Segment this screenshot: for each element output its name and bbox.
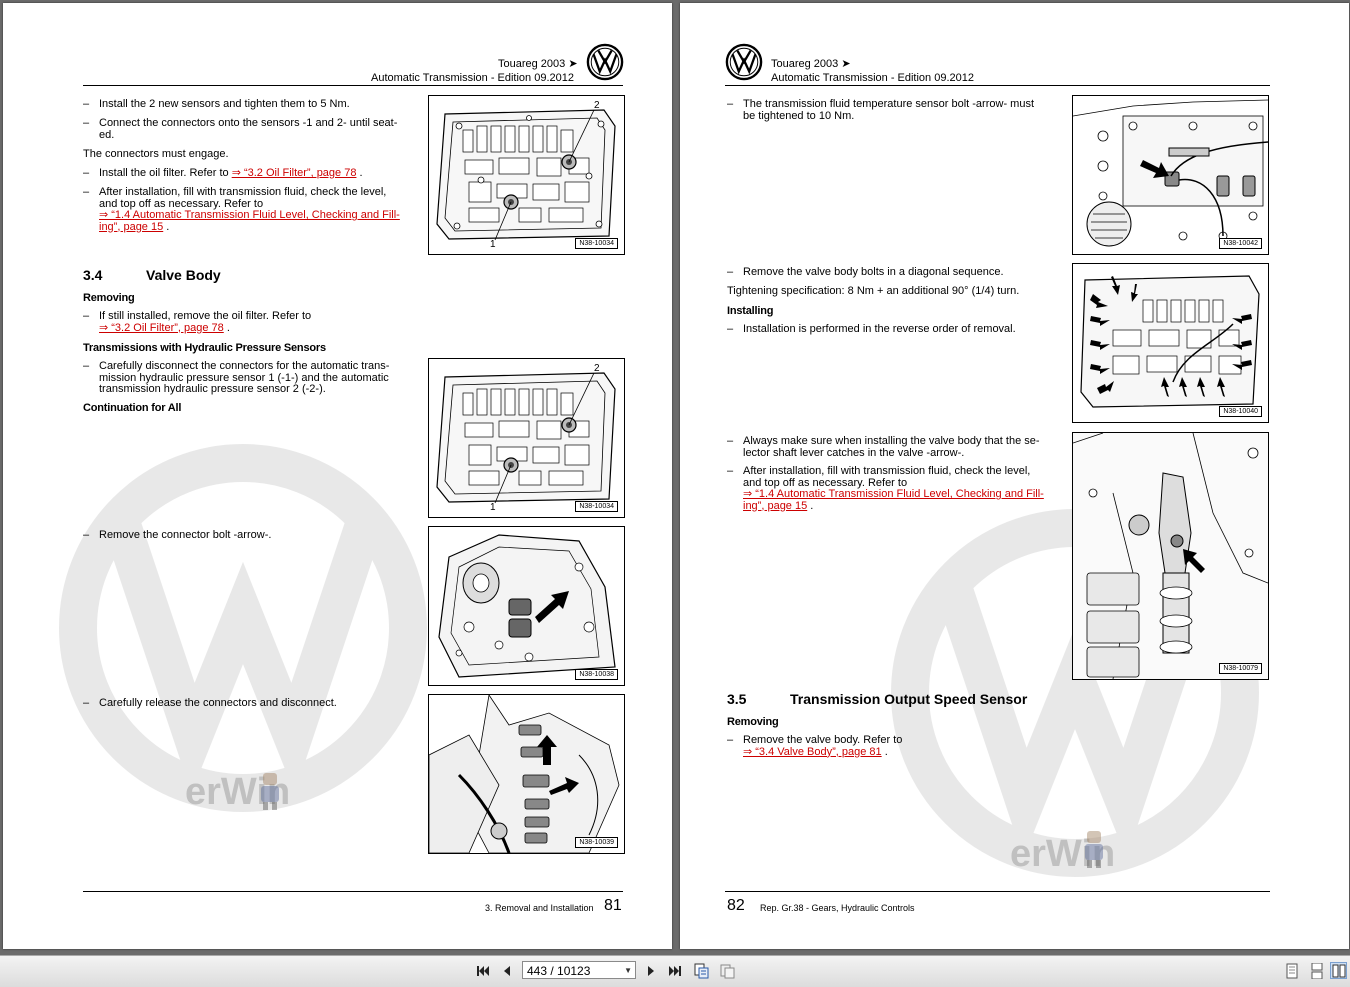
subhead-continuation: Continuation for All [83,402,182,414]
paste-view-button[interactable] [718,962,736,980]
subhead-removing: Removing [83,292,135,304]
watermark-robot-icon [261,773,279,810]
watermark-brand: erWin [185,771,291,813]
first-page-button[interactable] [474,962,492,980]
last-page-button[interactable] [666,962,684,980]
step-remove-oil-filter: – If still installed, remove the oil fil… [83,310,312,334]
chevron-down-icon[interactable]: ▼ [624,962,632,980]
vw-logo-icon [725,43,763,81]
header-rule [725,85,1270,86]
watermark-brand: erWin [1010,833,1116,875]
copy-view-button[interactable] [693,962,711,980]
link-oil-filter[interactable]: ⇒ “3.2 Oil Filter”, page 78 [232,167,357,179]
figure-valve-body-sensors-2: 2 1 N38-10034 [428,358,625,518]
prev-page-button[interactable] [498,962,516,980]
continuous-button[interactable] [1308,962,1326,980]
header-model: Touareg 2003 ➤ [771,58,851,70]
footer-rule [725,891,1270,892]
figure-valve-body-bolts: N38-10040 [1072,263,1269,423]
step-fill-fluid: – After installation, fill with transmis… [83,186,400,233]
step-connect-connectors: – Connect the connectors onto the sensor… [83,117,398,141]
page-82: erWin Touareg 2003 ➤ Automatic Transmiss… [680,3,1349,949]
callout-2: 2 [594,100,600,111]
paste-view-icon [720,964,735,979]
page-number-input[interactable]: 443 / 10123 ▼ [522,961,636,979]
subhead-pressure-sensors: Transmissions with Hydraulic Pressure Se… [83,342,326,354]
single-page-button[interactable] [1283,962,1301,980]
facing-pages-button[interactable] [1330,962,1347,979]
link-fluid-level[interactable]: ⇒ “1.4 Automatic Transmission Fluid Leve… [99,209,400,233]
figure-code: N38-10038 [575,669,618,680]
section-number: 3.4 [83,267,103,283]
callout-2: 2 [594,363,600,374]
note-connectors-engage: The connectors must engage. [83,148,229,160]
footer-chapter: 3. Removal and Installation [485,903,594,913]
subhead-installing: Installing [727,305,774,317]
vw-logo-icon [586,43,624,81]
header-rule [83,85,623,86]
footer-rule [83,891,623,892]
next-page-icon [648,966,654,976]
step-disconnect-pressure-sensors: – Carefully disconnect the connectors fo… [83,360,390,395]
figure-connector-bolt: N38-10038 [428,526,625,686]
next-page-button[interactable] [642,962,660,980]
link-oil-filter-2[interactable]: ⇒ “3.2 Oil Filter”, page 78 [99,322,224,334]
header-manual: Automatic Transmission - Edition 09.2012 [371,72,574,84]
figure-code: N38-10034 [575,238,618,249]
footer-page-number: 81 [604,897,622,914]
prev-page-icon [504,966,510,976]
figure-code: N38-10034 [575,501,618,512]
subhead-removing: Removing [727,716,779,728]
section-number: 3.5 [727,691,747,707]
watermark-robot-icon [1085,831,1103,868]
figure-code: N38-10040 [1219,406,1262,417]
figure-code: N38-10039 [575,837,618,848]
callout-1: 1 [490,502,496,513]
footer-page-number: 82 [727,897,745,914]
copy-view-icon [694,963,709,979]
continuous-icon [1311,963,1323,979]
first-page-icon [477,966,489,976]
figure-code: N38-10079 [1219,663,1262,674]
step-fill-fluid: – After installation, fill with transmis… [727,465,1044,512]
watermark-vw-logo [59,444,427,812]
step-remove-valve-body: – Remove the valve body. Refer to ⇒ “3.4 … [727,734,903,758]
link-fluid-level[interactable]: ⇒ “1.4 Automatic Transmission Fluid Leve… [743,488,1044,512]
figure-valve-body-sensors-1: 2 1 N38-10034 [428,95,625,255]
link-valve-body[interactable]: ⇒ “3.4 Valve Body”, page 81 [743,746,882,758]
figure-release-connectors: N38-10039 [428,694,625,854]
single-page-icon [1286,963,1298,979]
step-selector-lever: – Always make sure when installing the v… [727,435,1040,459]
section-title: Valve Body [146,267,221,283]
section-title: Transmission Output Speed Sensor [790,691,1028,707]
callout-1: 1 [490,239,496,250]
figure-code: N38-10042 [1219,238,1262,249]
document-viewer: erWin Touareg 2003 ➤ Automatic Transmiss… [0,0,1350,955]
facing-pages-icon [1332,964,1345,977]
footer-chapter: Rep. Gr.38 - Gears, Hydraulic Controls [760,903,915,913]
header-model: Touareg 2003 ➤ [498,58,578,70]
figure-selector-lever: N38-10079 [1072,432,1269,680]
header-manual: Automatic Transmission - Edition 09.2012 [771,72,974,84]
step-temp-sensor-bolt: – The transmission fluid temperature sen… [727,98,1034,122]
viewer-toolbar: 443 / 10123 ▼ [0,955,1350,987]
tightening-spec: Tightening specification: 8 Nm + an addi… [727,285,1020,297]
page-81: erWin Touareg 2003 ➤ Automatic Transmiss… [3,3,672,949]
figure-temp-sensor: N38-10042 [1072,95,1269,255]
last-page-icon [669,966,681,976]
